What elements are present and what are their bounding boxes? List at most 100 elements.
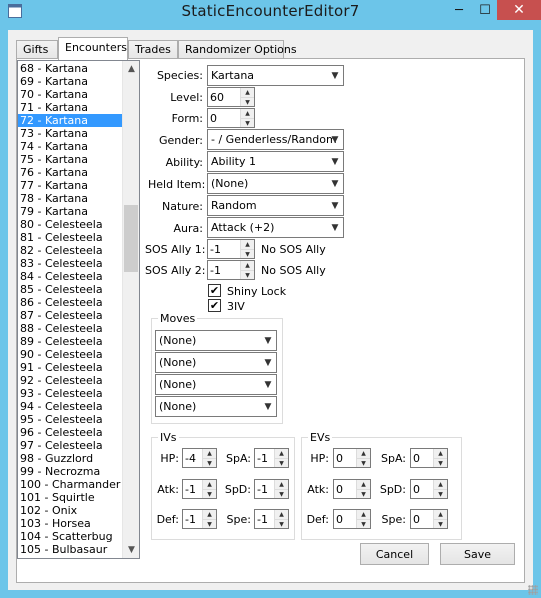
list-item[interactable]: 93 - Celesteela <box>18 387 122 400</box>
spin-arrows-icon[interactable]: ▲ ▼ <box>433 480 447 498</box>
list-item[interactable]: 96 - Celesteela <box>18 426 122 439</box>
list-item[interactable]: 98 - Guzzlord <box>18 452 122 465</box>
list-item[interactable]: 71 - Kartana <box>18 101 122 114</box>
tab-gifts[interactable]: Gifts <box>16 40 58 59</box>
spin-arrows-icon[interactable]: ▲ ▼ <box>240 109 254 127</box>
iv-atk-stepper[interactable]: -1 ▲ ▼ <box>182 479 217 499</box>
list-item[interactable]: 85 - Celesteela <box>18 283 122 296</box>
sos-ally-1-stepper[interactable]: -1 ▲ ▼ <box>207 239 255 259</box>
list-scrollbar[interactable]: ▲ ▼ <box>122 61 139 558</box>
move-1-dropdown[interactable]: (None) ▼ <box>155 330 277 351</box>
list-item[interactable]: 92 - Celesteela <box>18 374 122 387</box>
list-item[interactable]: 75 - Kartana <box>18 153 122 166</box>
list-item[interactable]: 103 - Horsea <box>18 517 122 530</box>
spin-arrows-icon[interactable]: ▲ ▼ <box>202 480 216 498</box>
list-item[interactable]: 81 - Celesteela <box>18 231 122 244</box>
list-item[interactable]: 79 - Kartana <box>18 205 122 218</box>
list-item[interactable]: 91 - Celesteela <box>18 361 122 374</box>
list-item[interactable]: 88 - Celesteela <box>18 322 122 335</box>
list-item[interactable]: 69 - Kartana <box>18 75 122 88</box>
shiny-lock-checkbox[interactable]: ✔ <box>208 284 221 297</box>
move-3-dropdown[interactable]: (None) ▼ <box>155 374 277 395</box>
list-item[interactable]: 72 - Kartana <box>18 114 122 127</box>
save-button[interactable]: Save <box>440 543 515 565</box>
list-item[interactable]: 80 - Celesteela <box>18 218 122 231</box>
ev-hp-stepper[interactable]: 0 ▲ ▼ <box>333 448 371 468</box>
list-item[interactable]: 97 - Celesteela <box>18 439 122 452</box>
spin-arrows-icon[interactable]: ▲ ▼ <box>240 240 254 258</box>
close-button[interactable]: ✕ <box>497 0 541 20</box>
list-item[interactable]: 68 - Kartana <box>18 62 122 75</box>
ev-spd-stepper[interactable]: 0 ▲ ▼ <box>410 479 448 499</box>
scroll-thumb[interactable] <box>124 205 138 272</box>
aura-dropdown[interactable]: Attack (+2) ▼ <box>207 217 344 238</box>
list-item[interactable]: 100 - Charmander <box>18 478 122 491</box>
iv-spe-stepper[interactable]: -1 ▲ ▼ <box>254 509 289 529</box>
spin-arrows-icon[interactable]: ▲ ▼ <box>274 510 288 528</box>
spin-arrows-icon[interactable]: ▲ ▼ <box>433 449 447 467</box>
list-item[interactable]: 74 - Kartana <box>18 140 122 153</box>
list-item[interactable]: 77 - Kartana <box>18 179 122 192</box>
maximize-button[interactable]: ☐ <box>472 0 498 20</box>
list-item[interactable]: 78 - Kartana <box>18 192 122 205</box>
spin-arrows-icon[interactable]: ▲ ▼ <box>240 88 254 106</box>
list-item[interactable]: 94 - Celesteela <box>18 400 122 413</box>
tab-randomizer-options[interactable]: Randomizer Options <box>178 40 297 59</box>
tab-encounters[interactable]: Encounters <box>58 37 128 60</box>
list-item[interactable]: 90 - Celesteela <box>18 348 122 361</box>
scroll-up-icon[interactable]: ▲ <box>123 61 139 77</box>
list-item[interactable]: 73 - Kartana <box>18 127 122 140</box>
spin-arrows-icon[interactable]: ▲ ▼ <box>202 449 216 467</box>
sos-ally-2-stepper[interactable]: -1 ▲ ▼ <box>207 260 255 280</box>
ivs-group-title: IVs <box>158 431 179 444</box>
iv-spd-stepper[interactable]: -1 ▲ ▼ <box>254 479 289 499</box>
spin-arrows-icon[interactable]: ▲ ▼ <box>240 261 254 279</box>
list-item[interactable]: 87 - Celesteela <box>18 309 122 322</box>
list-item[interactable]: 101 - Squirtle <box>18 491 122 504</box>
gender-dropdown[interactable]: - / Genderless/Random ▼ <box>207 129 344 150</box>
spin-arrows-icon[interactable]: ▲ ▼ <box>433 510 447 528</box>
list-item[interactable]: 82 - Celesteela <box>18 244 122 257</box>
iv-spa-stepper[interactable]: -1 ▲ ▼ <box>254 448 289 468</box>
list-item[interactable]: 84 - Celesteela <box>18 270 122 283</box>
spin-arrows-icon[interactable]: ▲ ▼ <box>356 449 370 467</box>
held-item-dropdown[interactable]: (None) ▼ <box>207 173 344 194</box>
cancel-button[interactable]: Cancel <box>360 543 429 565</box>
form-label: Form: <box>171 112 203 125</box>
spin-arrows-icon[interactable]: ▲ ▼ <box>356 480 370 498</box>
list-item[interactable]: 99 - Necrozma <box>18 465 122 478</box>
list-item[interactable]: 86 - Celesteela <box>18 296 122 309</box>
spin-arrows-icon[interactable]: ▲ ▼ <box>202 510 216 528</box>
resize-grip-icon[interactable] <box>528 585 538 595</box>
spin-arrows-icon[interactable]: ▲ ▼ <box>274 480 288 498</box>
move-2-dropdown[interactable]: (None) ▼ <box>155 352 277 373</box>
tab-trades[interactable]: Trades <box>128 40 178 59</box>
ev-atk-stepper[interactable]: 0 ▲ ▼ <box>333 479 371 499</box>
level-stepper[interactable]: 60 ▲ ▼ <box>207 87 255 107</box>
encounter-listbox[interactable]: 68 - Kartana 69 - Kartana 70 - Kartana 71 -… <box>17 60 140 559</box>
minimize-button[interactable]: ─ <box>446 0 472 20</box>
scroll-down-icon[interactable]: ▼ <box>123 542 139 558</box>
iv-def-stepper[interactable]: -1 ▲ ▼ <box>182 509 217 529</box>
list-item[interactable]: 70 - Kartana <box>18 88 122 101</box>
three-iv-checkbox[interactable]: ✔ <box>208 299 221 312</box>
iv-hp-stepper[interactable]: -4 ▲ ▼ <box>182 448 217 468</box>
list-item[interactable]: 95 - Celesteela <box>18 413 122 426</box>
ability-dropdown[interactable]: Ability 1 ▼ <box>207 151 344 172</box>
spin-arrows-icon[interactable]: ▲ ▼ <box>274 449 288 467</box>
list-item[interactable]: 76 - Kartana <box>18 166 122 179</box>
ev-spa-stepper[interactable]: 0 ▲ ▼ <box>410 448 448 468</box>
ev-def-stepper[interactable]: 0 ▲ ▼ <box>333 509 371 529</box>
list-item[interactable]: 83 - Celesteela <box>18 257 122 270</box>
species-dropdown[interactable]: Kartana ▼ <box>207 65 344 86</box>
list-item[interactable]: 89 - Celesteela <box>18 335 122 348</box>
ev-spe-stepper[interactable]: 0 ▲ ▼ <box>410 509 448 529</box>
move-4-dropdown[interactable]: (None) ▼ <box>155 396 277 417</box>
species-value: Kartana <box>211 69 255 82</box>
spin-arrows-icon[interactable]: ▲ ▼ <box>356 510 370 528</box>
form-stepper[interactable]: 0 ▲ ▼ <box>207 108 255 128</box>
list-item[interactable]: 102 - Onix <box>18 504 122 517</box>
nature-dropdown[interactable]: Random ▼ <box>207 195 344 216</box>
list-item[interactable]: 105 - Bulbasaur <box>18 543 122 556</box>
list-item[interactable]: 104 - Scatterbug <box>18 530 122 543</box>
